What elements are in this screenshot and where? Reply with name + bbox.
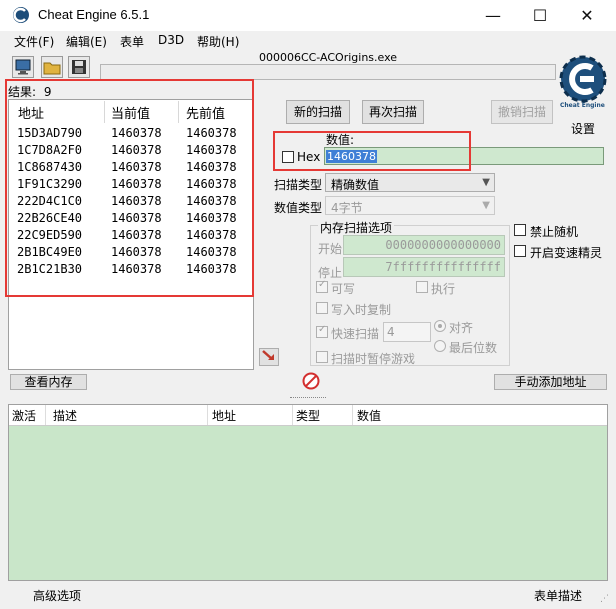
maximize-button[interactable]: ☐ (517, 0, 563, 31)
add-address-manually-button[interactable]: 手动添加地址 (494, 374, 607, 390)
alignment-label: 对齐 (449, 321, 474, 335)
fast-scan-label: 快速扫描 (331, 327, 380, 341)
value-type-value: 4字节 (331, 201, 363, 215)
scan-type-value: 精确数值 (331, 178, 380, 192)
results-highlight-box (5, 79, 254, 297)
cheat-engine-logo[interactable] (558, 54, 608, 104)
advanced-options-button[interactable]: 高级选项 (33, 587, 81, 604)
folder-icon (43, 62, 61, 75)
new-scan-button[interactable]: 新的扫描 (286, 100, 350, 124)
computer-icon (15, 59, 31, 75)
menu-help[interactable]: 帮助(H) (197, 33, 239, 50)
memory-scan-options-title: 内存扫描选项 (318, 219, 395, 236)
copy-on-write-checkbox[interactable] (316, 302, 328, 314)
scan-progress-bar (100, 64, 556, 80)
column-value[interactable]: 数值 (357, 407, 381, 424)
view-memory-button[interactable]: 查看内存 (10, 374, 87, 390)
speedhack-label: 开启变速精灵 (530, 246, 603, 260)
resize-grip-icon[interactable]: ⋰ (600, 594, 609, 604)
column-divider[interactable] (292, 405, 293, 425)
menu-d3d[interactable]: D3D (158, 33, 184, 47)
start-address-input[interactable]: 0000000000000000 (343, 235, 505, 255)
fast-scan-checkbox[interactable]: ✓ (316, 324, 328, 338)
column-divider[interactable] (45, 405, 46, 425)
close-button[interactable]: ✕ (564, 0, 610, 31)
column-description[interactable]: 描述 (53, 407, 77, 424)
scan-type-select[interactable]: 精确数值 ▼ (325, 173, 495, 192)
settings-label[interactable]: 设置 (571, 120, 595, 137)
menu-table[interactable]: 表单 (120, 33, 144, 50)
start-label: 开始 (318, 242, 343, 256)
open-process-button[interactable] (12, 56, 34, 78)
chevron-down-icon: ▼ (482, 200, 490, 211)
copy-on-write-label: 写入时复制 (331, 303, 392, 317)
arrow-down-right-icon (262, 350, 274, 360)
fast-scan-input[interactable]: 4 (383, 322, 431, 342)
stop-address-input[interactable]: 7fffffffffffffff (343, 257, 505, 277)
undo-scan-button[interactable]: 撤销扫描 (491, 100, 553, 124)
minimize-button[interactable]: — (470, 0, 516, 31)
splitter-handle[interactable] (290, 397, 326, 401)
pause-game-checkbox[interactable] (316, 351, 328, 363)
next-scan-button[interactable]: 再次扫描 (362, 100, 424, 124)
scan-type-label: 扫描类型 (274, 178, 323, 192)
last-digits-label: 最后位数 (449, 341, 498, 355)
column-divider[interactable] (207, 405, 208, 425)
app-logo-icon (12, 6, 30, 24)
speedhack-checkbox[interactable] (514, 245, 526, 257)
executable-label: 执行 (431, 282, 456, 296)
value-type-label: 数值类型 (274, 201, 323, 215)
writable-label: 可写 (331, 282, 356, 296)
address-table[interactable] (8, 404, 608, 581)
chevron-down-icon: ▼ (482, 177, 490, 188)
menu-edit[interactable]: 编辑(E) (66, 33, 107, 50)
stop-sign-icon[interactable] (302, 372, 320, 390)
last-digits-radio[interactable] (434, 340, 446, 352)
column-divider[interactable] (352, 405, 353, 425)
executable-checkbox[interactable] (416, 281, 428, 293)
process-name: 000006CC-ACOrigins.exe (258, 51, 398, 64)
pause-game-label: 扫描时暂停游戏 (331, 352, 416, 366)
value-highlight-box (273, 131, 471, 171)
column-type[interactable]: 类型 (296, 407, 320, 424)
table-extras-button[interactable]: 表单描述 (534, 587, 582, 604)
alignment-radio[interactable] (434, 320, 446, 332)
writable-checkbox[interactable]: ✓ (316, 279, 328, 293)
save-button[interactable] (68, 56, 90, 78)
column-active[interactable]: 激活 (12, 407, 36, 424)
window-title: Cheat Engine 6.5.1 (38, 7, 150, 22)
floppy-disk-icon (72, 60, 86, 74)
value-type-select[interactable]: 4字节 ▼ (325, 196, 495, 215)
disable-random-label: 禁止随机 (530, 225, 579, 239)
menu-file[interactable]: 文件(F) (14, 33, 54, 50)
add-selected-to-list-button[interactable] (259, 348, 279, 366)
disable-random-checkbox[interactable] (514, 224, 526, 236)
column-address[interactable]: 地址 (212, 407, 236, 424)
logo-caption: Cheat Engine (560, 102, 605, 109)
open-file-button[interactable] (41, 56, 63, 78)
